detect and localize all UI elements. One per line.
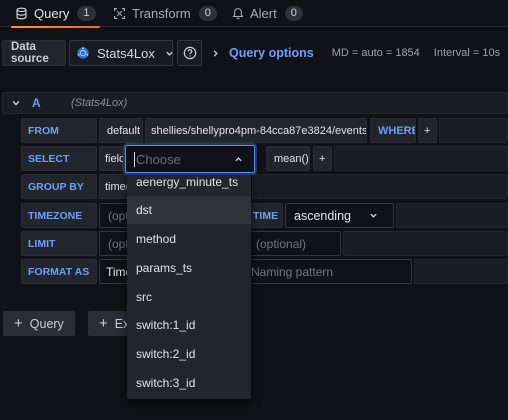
retention-policy-segment[interactable]: default xyxy=(99,118,143,143)
limit-row-filler xyxy=(343,231,508,256)
field-dropdown-menu: aenergy_minute_ts dst method params_ts s… xyxy=(127,167,251,399)
select-label: SELECT xyxy=(21,146,97,171)
datasource-logo-icon xyxy=(76,46,90,60)
dropdown-option[interactable]: method xyxy=(127,225,251,253)
add-query-button[interactable]: + Query xyxy=(3,311,75,336)
timezone-label: TIMEZONE xyxy=(21,203,97,228)
dropdown-option[interactable]: switch:1_id xyxy=(127,311,251,339)
editor-tabs: Query 1 Transform 0 Alert 0 xyxy=(0,0,508,28)
text-cursor xyxy=(134,151,135,167)
limit-label: LIMIT xyxy=(21,231,97,256)
chevron-down-icon xyxy=(165,49,174,58)
format-row-filler xyxy=(414,259,508,284)
bell-icon xyxy=(232,7,244,20)
chevron-right-icon xyxy=(211,49,220,58)
field-search-input[interactable]: Choose xyxy=(125,145,255,173)
order-by-value: ascending xyxy=(294,208,351,223)
group-by-row-filler xyxy=(252,174,508,199)
chevron-down-icon xyxy=(369,211,378,220)
where-label: WHERE xyxy=(370,118,416,143)
tab-transform[interactable]: Transform 0 xyxy=(113,0,217,27)
query-datasource-name: (Stats4Lox) xyxy=(71,97,128,109)
tab-query[interactable]: Query 1 xyxy=(11,0,100,28)
dropdown-option[interactable]: src xyxy=(127,283,251,311)
tab-alert-label: Alert xyxy=(250,6,277,21)
order-by-time-label: TIME xyxy=(250,203,283,228)
datasource-picker[interactable]: Stats4Lox xyxy=(69,40,173,66)
dropdown-option[interactable]: switch:3_id xyxy=(127,369,251,397)
add-select-button[interactable]: + xyxy=(313,146,332,171)
tab-transform-label: Transform xyxy=(132,6,191,21)
query-ref-id[interactable]: A xyxy=(32,96,41,110)
format-as-select[interactable]: Time xyxy=(99,259,129,284)
query-options-toggle[interactable]: Query options MD = auto = 1854 Interval … xyxy=(211,40,500,66)
question-circle-icon xyxy=(183,46,197,60)
chevron-down-icon[interactable] xyxy=(11,98,21,108)
dropdown-option[interactable]: params_ts xyxy=(127,254,251,282)
from-row-filler xyxy=(439,118,508,143)
add-expression-button[interactable]: + Ex xyxy=(88,311,130,336)
datasource-name: Stats4Lox xyxy=(97,45,155,61)
database-icon xyxy=(15,7,28,20)
tab-query-label: Query xyxy=(34,6,70,21)
add-where-button[interactable]: + xyxy=(418,118,437,143)
add-query-label: Query xyxy=(29,316,64,331)
mean-function-segment[interactable]: mean() xyxy=(266,146,310,171)
from-label: FROM xyxy=(21,118,97,143)
format-as-label: FORMAT AS xyxy=(21,259,97,284)
tab-alert-count: 0 xyxy=(284,6,303,21)
group-by-time-segment[interactable]: time( xyxy=(99,174,129,199)
query-row-header[interactable]: A (Stats4Lox) xyxy=(2,92,508,114)
plus-icon: + xyxy=(99,314,108,332)
limit-input[interactable]: (opt xyxy=(99,231,129,256)
datasource-help-button[interactable] xyxy=(177,40,202,66)
max-data-points-info: MD = auto = 1854 xyxy=(331,47,420,59)
group-by-label: GROUP BY xyxy=(21,174,97,199)
chevron-up-icon[interactable] xyxy=(234,155,243,164)
order-by-select[interactable]: ascending xyxy=(285,203,394,228)
tab-query-count: 1 xyxy=(77,6,96,21)
dropdown-option-highlighted[interactable]: dst xyxy=(127,196,251,224)
transform-icon xyxy=(113,7,126,20)
select-row-filler xyxy=(334,146,508,171)
measurement-segment[interactable]: shellies/shellypro4pm-84cca87e3824/event… xyxy=(145,118,367,143)
tab-transform-count: 0 xyxy=(198,6,217,21)
plus-icon: + xyxy=(14,314,23,332)
timezone-row-filler xyxy=(396,203,508,228)
field-search-placeholder: Choose xyxy=(136,151,181,167)
slimit-input[interactable]: (optional) xyxy=(250,231,341,256)
interval-info: Interval = 10s xyxy=(433,47,501,59)
query-options-label: Query options xyxy=(229,46,314,60)
dropdown-option[interactable]: switch:2_id xyxy=(127,340,251,368)
timezone-input[interactable]: (opt xyxy=(99,203,129,228)
datasource-label: Data source xyxy=(2,40,66,66)
tab-alert[interactable]: Alert 0 xyxy=(232,0,303,27)
alias-input[interactable]: Naming pattern xyxy=(243,259,412,284)
